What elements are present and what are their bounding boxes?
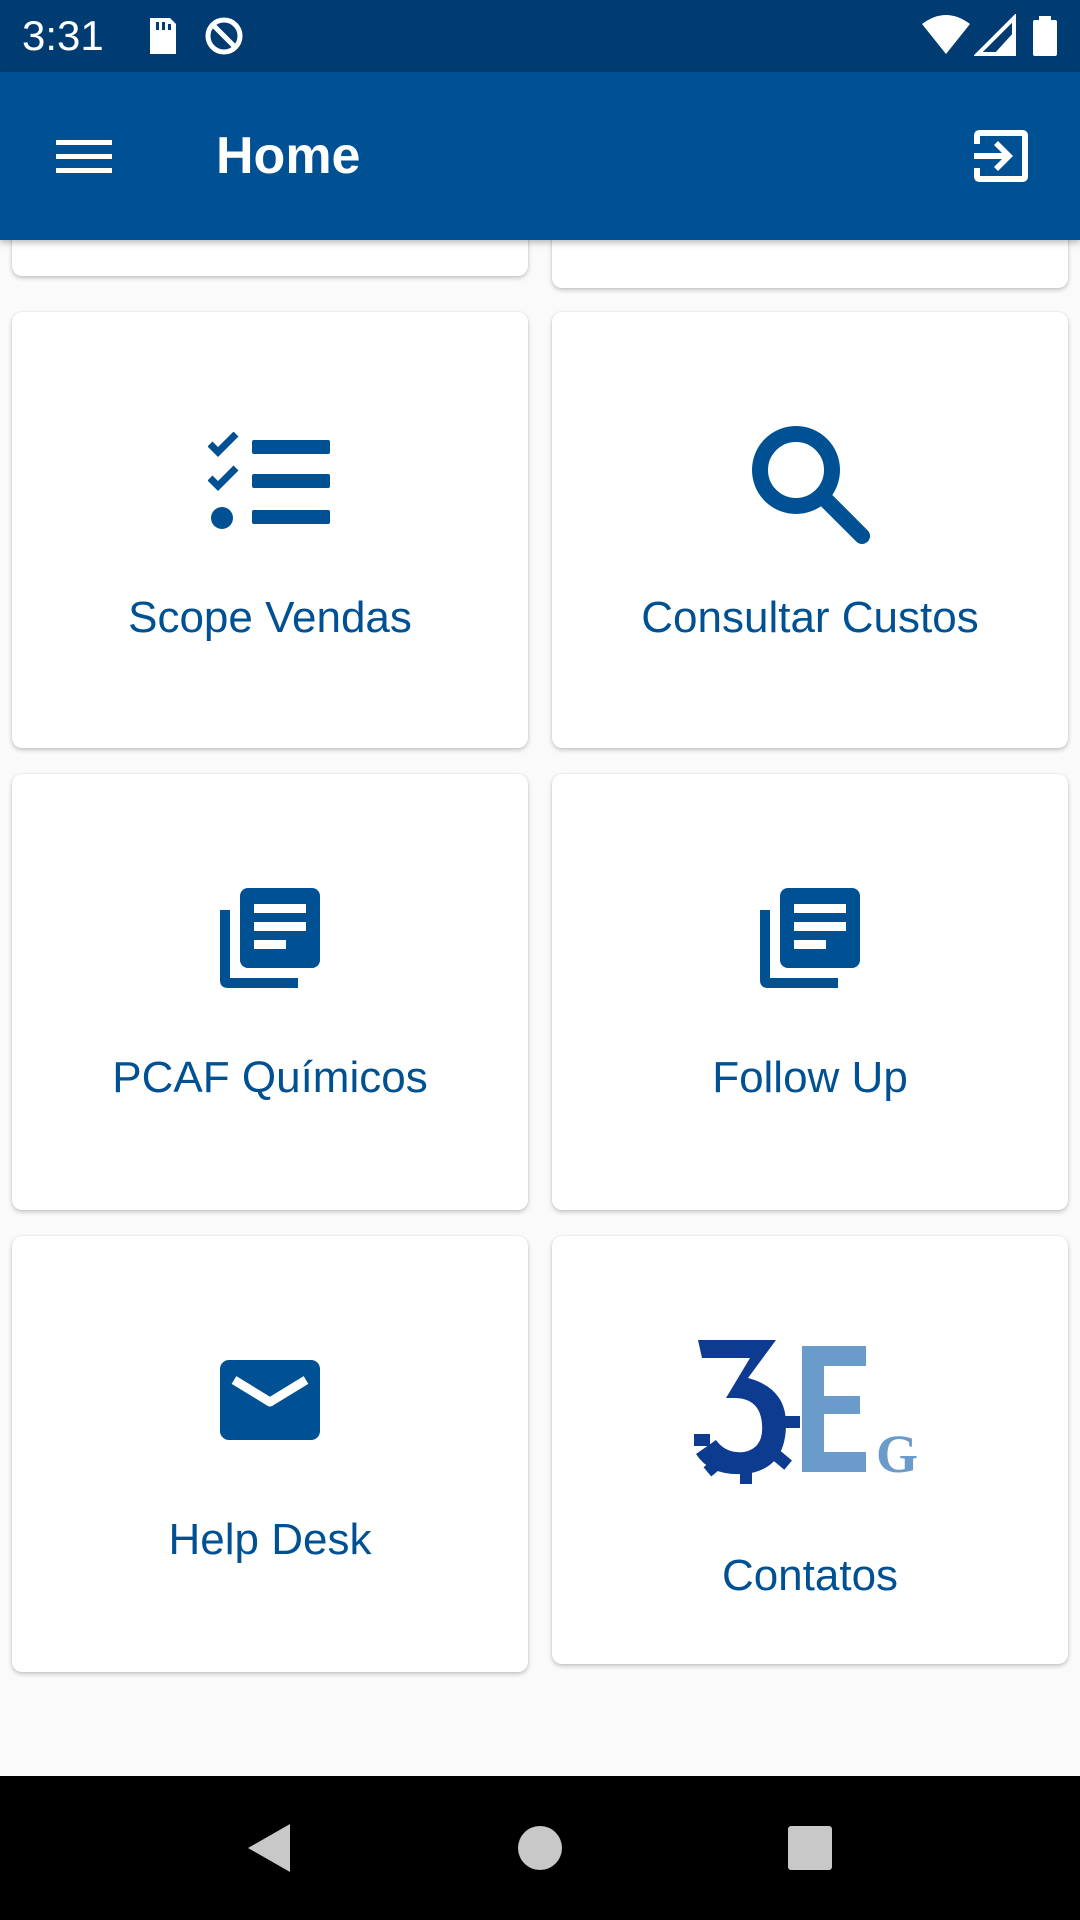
card-consultar-custos[interactable]: Consultar Custos: [552, 312, 1068, 748]
page-title: Home: [216, 127, 361, 185]
checklist-icon: [208, 432, 330, 529]
search-icon: [752, 426, 870, 544]
card-label: PCAF Químicos: [112, 1053, 428, 1102]
card-contatos[interactable]: G Contatos: [552, 1236, 1068, 1664]
card-follow-up[interactable]: Follow Up: [552, 774, 1068, 1210]
card-label: Help Desk: [168, 1515, 372, 1564]
home-grid: Scope Vendas Consultar Custos PCAF Quími…: [0, 240, 1080, 1776]
system-nav-bar: [0, 1776, 1080, 1920]
app-bar: Home: [0, 72, 1080, 240]
card-label: Contatos: [721, 1551, 899, 1600]
library-books-icon: [760, 888, 860, 988]
logo-letter-g: G: [876, 1424, 918, 1484]
status-bar: 3:31: [0, 0, 1080, 72]
card-label: Consultar Custos: [641, 593, 979, 642]
wifi-icon: [922, 15, 970, 54]
recents-icon[interactable]: [764, 1802, 856, 1894]
card-label: Scope Vendas: [128, 593, 412, 642]
battery-icon: [1033, 16, 1057, 56]
back-icon[interactable]: [224, 1802, 316, 1894]
3eg-logo: G: [694, 1340, 918, 1484]
card-help-desk[interactable]: Help Desk: [12, 1236, 528, 1672]
exit-to-app-icon[interactable]: [960, 116, 1040, 196]
library-books-icon: [220, 888, 320, 988]
card-label: Follow Up: [712, 1053, 908, 1102]
card-pcaf-quimicos[interactable]: PCAF Químicos: [12, 774, 528, 1210]
data-saver-icon: [205, 17, 243, 55]
status-time: 3:31: [22, 12, 104, 59]
partial-card-right[interactable]: [552, 240, 1068, 288]
mail-icon: [220, 1360, 320, 1440]
signal-icon: [974, 14, 1016, 56]
partial-card-left[interactable]: [12, 240, 528, 276]
sd-card-icon: [150, 18, 176, 54]
card-scope-vendas[interactable]: Scope Vendas: [12, 312, 528, 748]
hamburger-menu-icon[interactable]: [40, 116, 128, 196]
home-icon[interactable]: [494, 1802, 586, 1894]
